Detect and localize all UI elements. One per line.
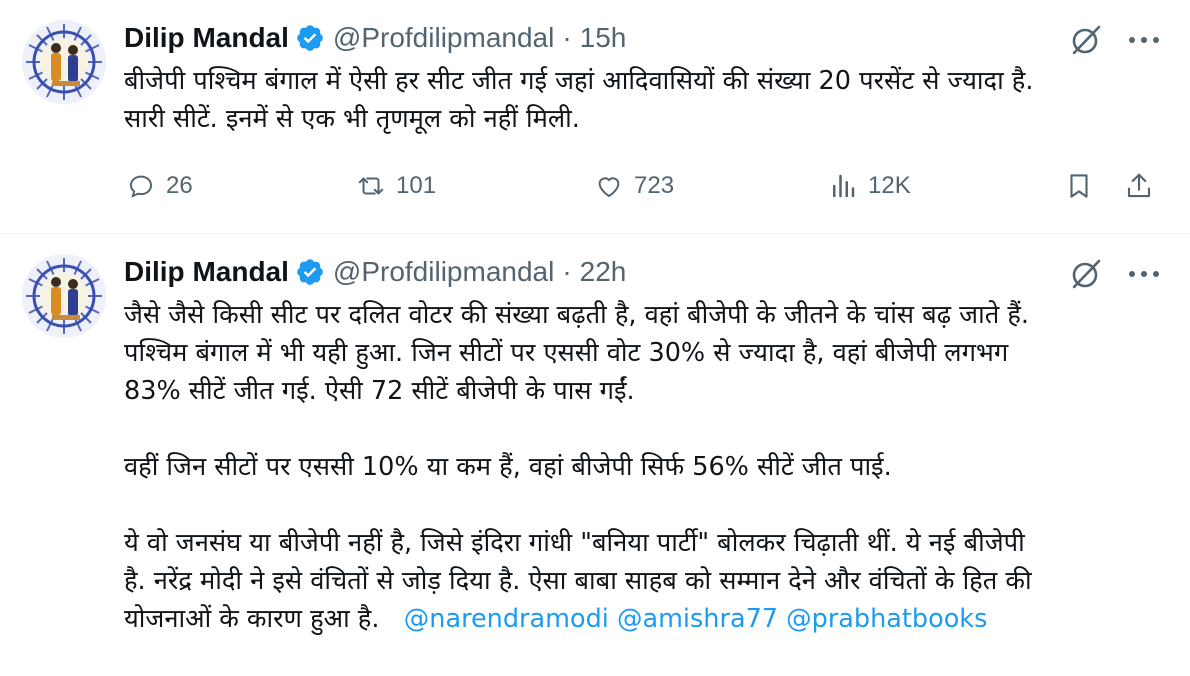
repost-count: 101 — [396, 172, 437, 199]
repost-arrows-icon — [358, 177, 384, 195]
author-handle[interactable]: @Profdilipmandal — [333, 22, 554, 54]
mention-link[interactable]: @narendramodi — [404, 604, 609, 634]
author-name[interactable]: Dilip Mandal — [124, 256, 289, 288]
separator: · — [562, 22, 572, 53]
avatar-image — [22, 254, 106, 338]
share-button[interactable] — [1124, 166, 1164, 206]
avatar[interactable] — [22, 20, 106, 104]
mention-link[interactable]: @amishra77 — [617, 604, 778, 634]
bookmark-button[interactable] — [1064, 166, 1104, 206]
reply-button[interactable]: 26 — [126, 166, 193, 206]
tweet-text-line: सारी सीटें. इनमें से एक भी तृणमूल को नही… — [124, 104, 580, 134]
grok-icon[interactable] — [1068, 22, 1104, 58]
separator: · — [562, 256, 572, 287]
tweet-text-line: पश्चिम बंगाल में भी यही हुआ. जिन सीटों प… — [124, 338, 1009, 368]
tweet-actions: 26 101 723 12K — [124, 166, 1164, 206]
tweet-text-line: बीजेपी पश्चिम बंगाल में ऐसी हर सीट जीत ग… — [124, 66, 1034, 96]
avatar-image — [22, 20, 106, 104]
like-button[interactable]: 723 — [594, 166, 674, 206]
speech-bubble-icon — [129, 175, 153, 198]
tweet-text-line: है. नरेंद्र मोदी ने इसे वंचितों से जोड़ … — [124, 566, 1032, 596]
reply-count: 26 — [166, 172, 193, 199]
tweet-header: Dilip Mandal @Profdilipmandal · 15h — [124, 18, 626, 58]
share-icon — [1127, 173, 1151, 198]
tweet-text-line: जैसे जैसे किसी सीट पर दलित वोटर की संख्य… — [124, 300, 1029, 330]
more-dots-icon[interactable] — [1124, 26, 1164, 54]
tweet-text-fragment: योजनाओं के कारण हुआ है. — [124, 604, 380, 634]
tweet[interactable]: Dilip Mandal @Profdilipmandal · 22h जैसे… — [0, 234, 1190, 676]
bookmark-icon — [1070, 174, 1088, 198]
like-count: 723 — [634, 172, 675, 199]
author-name[interactable]: Dilip Mandal — [124, 22, 289, 54]
tweet-text-line: वहीं जिन सीटों पर एससी 10% या कम हैं, वह… — [124, 452, 892, 482]
views-count: 12K — [868, 172, 911, 199]
verified-badge-icon[interactable] — [295, 23, 325, 53]
verified-badge-icon[interactable] — [295, 257, 325, 287]
timestamp[interactable]: 22h — [580, 256, 627, 288]
heart-icon — [598, 177, 620, 197]
grok-icon[interactable] — [1068, 256, 1104, 292]
mention-link[interactable]: @prabhatbooks — [786, 604, 987, 634]
more-dots-icon[interactable] — [1124, 260, 1164, 288]
views-button[interactable]: 12K — [828, 166, 911, 206]
author-handle[interactable]: @Profdilipmandal — [333, 256, 554, 288]
tweet-header: Dilip Mandal @Profdilipmandal · 22h — [124, 252, 626, 292]
repost-button[interactable]: 101 — [356, 166, 436, 206]
tweet-text: बीजेपी पश्चिम बंगाल में ऐसी हर सीट जीत ग… — [124, 62, 1164, 138]
tweet-text-line: योजनाओं के कारण हुआ है. @narendramodi @a… — [124, 600, 1164, 638]
tweet-text-line: ये वो जनसंघ या बीजेपी नहीं है, जिसे इंदि… — [124, 528, 1025, 558]
avatar[interactable] — [22, 254, 106, 338]
timestamp[interactable]: 15h — [580, 22, 627, 54]
tweet[interactable]: Dilip Mandal @Profdilipmandal · 15h बीजे… — [0, 0, 1190, 234]
tweet-text-line: 83% सीटें जीत गई. ऐसी 72 सीटें बीजेपी के… — [124, 376, 635, 406]
bar-chart-icon — [833, 174, 855, 198]
tweet-text: जैसे जैसे किसी सीट पर दलित वोटर की संख्य… — [124, 296, 1164, 638]
